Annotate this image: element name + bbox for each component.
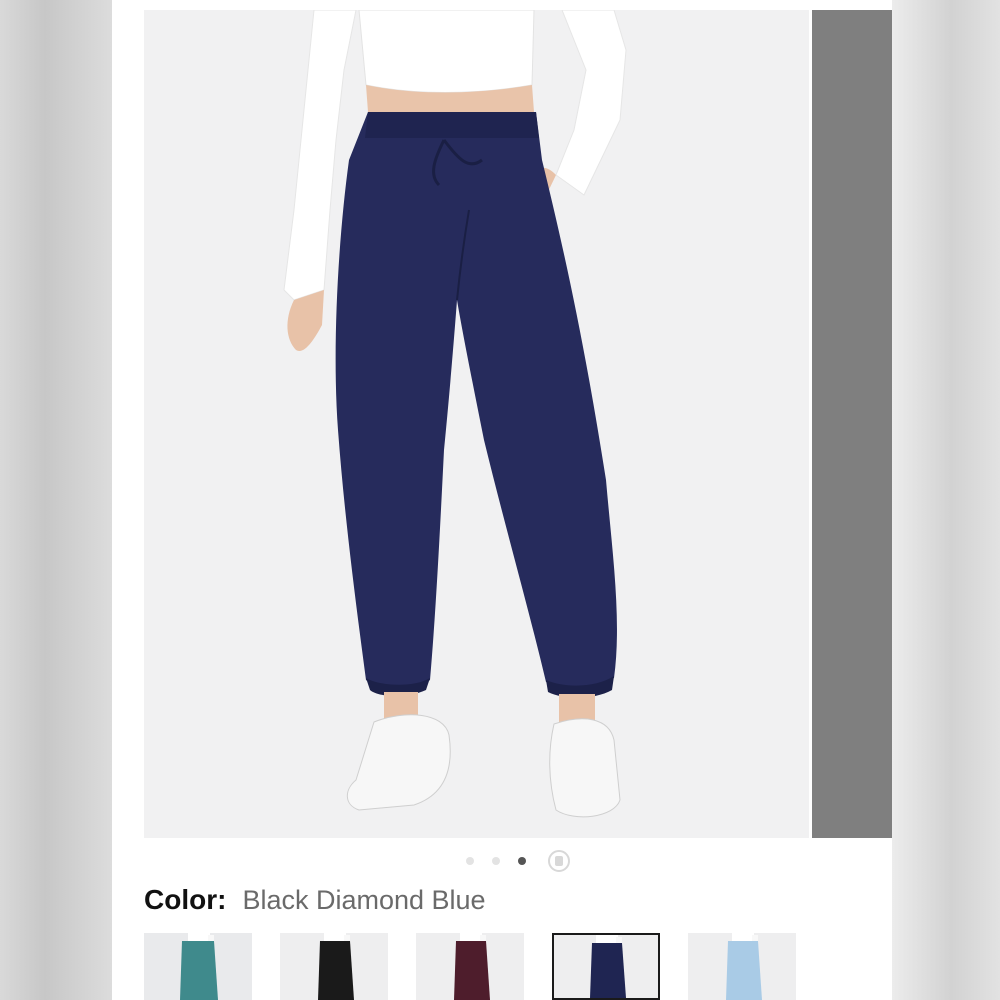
swatch-navy[interactable] <box>552 933 660 1000</box>
carousel-indicator <box>466 850 570 872</box>
color-value: Black Diamond Blue <box>242 884 486 915</box>
color-selection-label: Color: Black Diamond Blue <box>144 880 486 920</box>
carousel-dot-active[interactable] <box>518 857 526 865</box>
next-slide-preview[interactable] <box>812 10 892 838</box>
color-label: Color: <box>144 884 227 915</box>
blurred-background-right <box>892 0 1000 1000</box>
image-carousel[interactable] <box>112 10 892 838</box>
carousel-dot[interactable] <box>466 857 474 865</box>
swatch-burgundy[interactable] <box>416 933 524 1000</box>
carousel-dot[interactable] <box>492 857 500 865</box>
swatch-light-blue[interactable] <box>688 933 796 1000</box>
swatch-teal[interactable] <box>144 933 252 1000</box>
product-photo[interactable] <box>144 10 809 838</box>
swatch-black[interactable] <box>280 933 388 1000</box>
blurred-background-left <box>0 0 112 1000</box>
product-card: Color: Black Diamond Blue <box>112 0 892 1000</box>
video-icon[interactable] <box>548 850 570 872</box>
color-swatch-list <box>144 933 904 1000</box>
